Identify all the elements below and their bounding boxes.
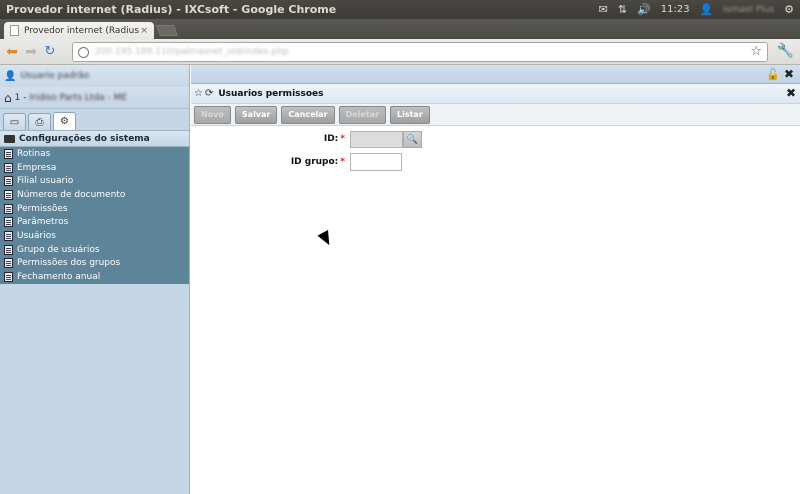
wrench-icon[interactable]: 🔧 — [777, 43, 794, 59]
sidebar-item-label: Grupo de usuários — [17, 244, 100, 255]
sidebar-item-permissoes[interactable]: Permissões — [0, 202, 189, 216]
system-tray: ✉ ⇅ 🔊 11:23 👤 Ismael Plus ⚙ — [599, 4, 800, 15]
panel-title: Usuarios permissoes — [218, 88, 324, 99]
clock[interactable]: 11:23 — [661, 4, 690, 15]
sidebar-item-permissoes-grupos[interactable]: Permissões dos grupos — [0, 257, 189, 271]
sidebar-item-label: Permissões — [17, 203, 68, 214]
mail-icon[interactable]: ✉ — [599, 4, 608, 15]
sidebar-item-label: Usuários — [17, 230, 56, 241]
sidebar-item-label: Números de documento — [17, 189, 126, 200]
company-row: ⌂ 1 - Iridiso Parts Ltda - ME — [0, 87, 189, 109]
page-icon — [10, 25, 19, 36]
document-icon — [4, 230, 13, 241]
network-icon[interactable]: ⇅ — [618, 4, 627, 15]
sidebar-item-label: Parâmetros — [17, 217, 69, 228]
window-title: Provedor internet (Radius) - IXCsoft - G… — [6, 3, 337, 16]
sidebar-item-label: Permissões dos grupos — [17, 258, 121, 269]
cancelar-button[interactable]: Cancelar — [281, 105, 335, 124]
os-user-name[interactable]: Ismael Plus — [723, 5, 774, 15]
sidebar-item-label: Rotinas — [17, 148, 51, 159]
app-area: 👤 Usuario padrão ⌂ 1 - Iridiso Parts Ltd… — [0, 65, 800, 494]
mouse-cursor-icon — [317, 230, 335, 248]
home-icon[interactable]: ⌂ — [4, 91, 12, 105]
tab-settings-gear-icon[interactable]: ⚙ — [53, 112, 76, 130]
search-icon[interactable]: 🔍 — [403, 131, 422, 148]
tab-title: Provedor internet (Radius — [24, 25, 140, 36]
power-gear-icon[interactable]: ⚙ — [784, 4, 794, 15]
company-prefix: 1 - — [14, 92, 27, 103]
os-top-bar: Provedor internet (Radius) - IXCsoft - G… — [0, 0, 800, 19]
id-grupo-field[interactable] — [350, 153, 402, 171]
document-icon — [4, 189, 13, 200]
star-icon[interactable]: ☆ — [194, 88, 203, 99]
close-icon[interactable]: ✖ — [784, 67, 794, 81]
id-field[interactable] — [350, 131, 403, 148]
section-title: Configurações do sistema — [19, 133, 150, 144]
document-icon — [4, 258, 13, 269]
sidebar-tabs: ▭ ⎙ ⚙ — [0, 109, 189, 131]
document-icon — [4, 217, 13, 228]
globe-icon — [78, 46, 89, 58]
tab-strip: Provedor internet (Radius × — [0, 19, 800, 39]
url-text[interactable]: 200.195.189.110/palmasnet_old/index.php — [95, 47, 289, 57]
document-icon — [4, 176, 13, 187]
sidebar-item-filial-usuario[interactable]: Filial usuario — [0, 174, 189, 188]
browser-toolbar: ⬅ ➡ ↻ 200.195.189.110/palmasnet_old/inde… — [0, 39, 800, 65]
section-header[interactable]: Configurações do sistema — [0, 131, 189, 147]
tab-window-icon[interactable]: ▭ — [3, 113, 26, 130]
folder-icon — [4, 134, 15, 143]
new-tab-button[interactable] — [155, 25, 179, 36]
unlock-icon[interactable]: 🔓 — [766, 68, 780, 81]
novo-button[interactable]: Novo — [194, 105, 231, 124]
id-label-wrap: ID: * — [271, 134, 345, 144]
company-name: Iridiso Parts Ltda - ME — [29, 92, 128, 103]
sidebar-item-usuarios[interactable]: Usuários — [0, 229, 189, 243]
id-label: ID: — [323, 134, 339, 144]
forward-arrow-icon[interactable]: ➡ — [23, 44, 39, 60]
deletar-button[interactable]: Deletar — [338, 105, 386, 124]
document-icon — [4, 162, 13, 173]
listar-button[interactable]: Listar — [390, 105, 430, 124]
panel-close-icon[interactable]: ✖ — [786, 86, 796, 100]
settings-menu: Rotinas Empresa Filial usuario Números d… — [0, 147, 189, 284]
main-top-strip: 🔓 ✖ — [191, 65, 800, 84]
reload-icon[interactable]: ↻ — [42, 44, 58, 60]
user-name: Usuario padrão — [20, 71, 90, 81]
tab-close-icon[interactable]: × — [140, 26, 148, 36]
document-icon — [4, 272, 13, 283]
sidebar-item-grupo-usuarios[interactable]: Grupo de usuários — [0, 243, 189, 257]
person-icon: 👤 — [4, 70, 17, 82]
document-icon — [4, 203, 13, 214]
browser-tab[interactable]: Provedor internet (Radius × — [4, 22, 154, 39]
sidebar-item-numeros-documento[interactable]: Números de documento — [0, 188, 189, 202]
sidebar-item-parametros[interactable]: Parâmetros — [0, 215, 189, 229]
sidebar-item-rotinas[interactable]: Rotinas — [0, 147, 189, 161]
salvar-button[interactable]: Salvar — [234, 105, 278, 124]
bookmark-star-icon[interactable]: ☆ — [750, 44, 762, 59]
id-grupo-label-wrap: ID grupo: * — [271, 157, 345, 167]
panel-header: ☆ ⟳ Usuarios permissoes ✖ — [191, 84, 800, 104]
sidebar-item-label: Empresa — [17, 162, 57, 173]
permissions-form: ID: * 🔍 ID grupo: * — [191, 126, 800, 446]
refresh-icon[interactable]: ⟳ — [205, 88, 213, 99]
required-mark: * — [340, 134, 345, 144]
sidebar: 👤 Usuario padrão ⌂ 1 - Iridiso Parts Ltd… — [0, 65, 190, 494]
required-mark: * — [340, 157, 345, 167]
user-icon[interactable]: 👤 — [700, 4, 714, 15]
user-row: 👤 Usuario padrão — [0, 65, 189, 87]
sidebar-item-label: Filial usuario — [17, 176, 74, 187]
sidebar-item-label: Fechamento anual — [17, 272, 101, 283]
sidebar-item-fechamento-anual[interactable]: Fechamento anual — [0, 270, 189, 284]
volume-icon[interactable]: 🔊 — [637, 4, 651, 15]
sidebar-item-empresa[interactable]: Empresa — [0, 161, 189, 175]
back-arrow-icon[interactable]: ⬅ — [4, 44, 20, 60]
action-buttons: Novo Salvar Cancelar Deletar Listar — [191, 104, 800, 126]
document-icon — [4, 244, 13, 255]
main-content: 🔓 ✖ ☆ ⟳ Usuarios permissoes ✖ Novo Salva… — [191, 65, 800, 494]
id-grupo-label: ID grupo: — [290, 157, 339, 167]
document-icon — [4, 148, 13, 159]
address-bar[interactable]: 200.195.189.110/palmasnet_old/index.php … — [72, 42, 768, 62]
tab-print-icon[interactable]: ⎙ — [28, 113, 51, 130]
